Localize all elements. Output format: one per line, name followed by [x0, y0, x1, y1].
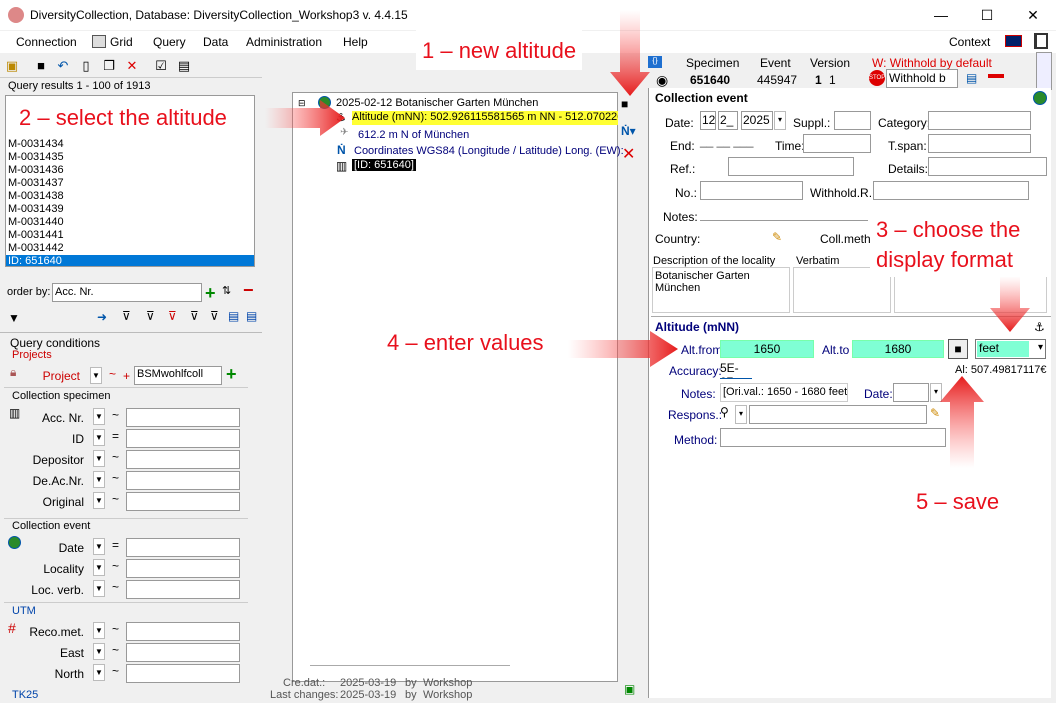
annotation-display-format: 3 – choose the display format [870, 213, 1048, 277]
arrow-4 [568, 331, 678, 367]
arrow-5 [940, 376, 984, 468]
annotation-enter-values: 4 – enter values [381, 328, 550, 358]
arrow-2 [265, 100, 345, 136]
annotation-save: 5 – save [910, 485, 1006, 519]
arrow-3 [990, 276, 1030, 332]
arrow-1 [610, 10, 650, 96]
annotation-select-altitude: 2 – select the altitude [13, 103, 233, 133]
annotation-new-altitude: 1 – new altitude [416, 30, 583, 70]
app-window: DiversityCollection, Database: Diversity… [0, 0, 1056, 703]
